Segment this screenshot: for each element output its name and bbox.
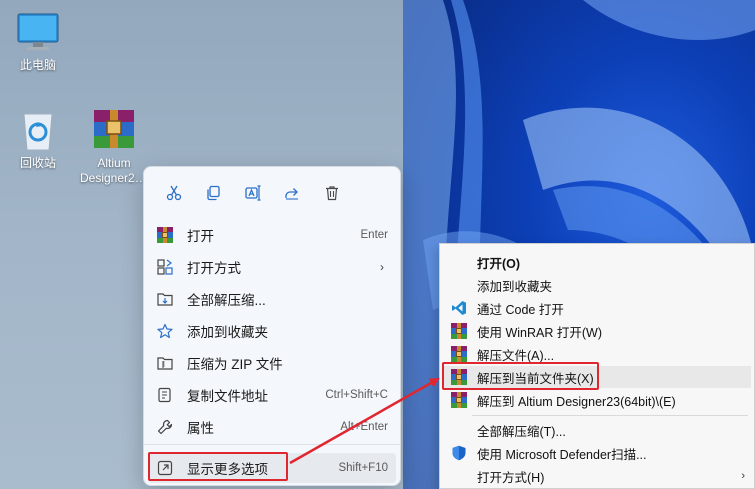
annotation-arrow (289, 377, 440, 465)
